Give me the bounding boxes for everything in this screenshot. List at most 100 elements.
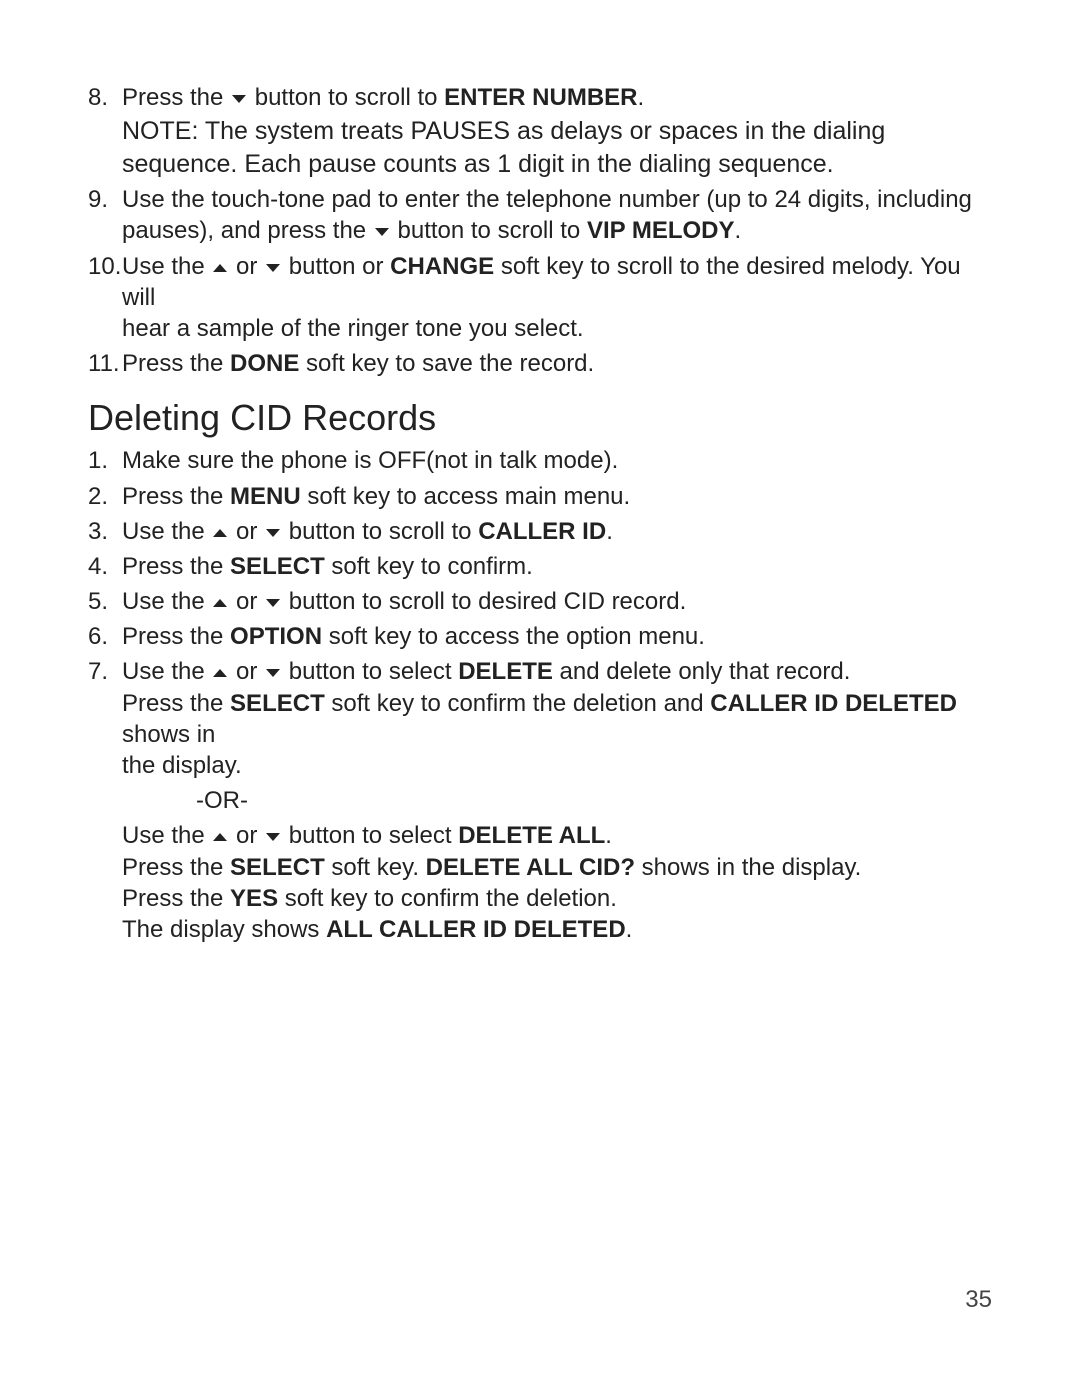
text: Use the <box>122 518 211 545</box>
text: soft key to confirm the deletion. <box>278 885 617 912</box>
bold-text: DONE <box>230 350 299 377</box>
bold-text: CALLER ID <box>478 518 606 545</box>
step-content: Press the SELECT soft key to confirm. <box>122 551 992 582</box>
text: Press the <box>122 553 230 580</box>
text: Press the <box>122 854 230 881</box>
bold-text: CALLER ID DELETED <box>710 690 957 717</box>
note-line: sequence. Each pause counts as 1 digit i… <box>122 148 992 181</box>
text: and delete only that record. <box>553 658 851 685</box>
step-7: 7. Use the or button to select DELETE an… <box>88 656 992 945</box>
text: or <box>229 518 264 545</box>
text: soft key to confirm. <box>325 553 533 580</box>
up-arrow-icon <box>213 599 227 607</box>
step-number: 4. <box>88 551 122 582</box>
text: soft key to save the record. <box>299 350 594 377</box>
text: button to scroll to desired CID record. <box>282 588 686 615</box>
bold-text: SELECT <box>230 690 325 717</box>
down-arrow-icon <box>375 228 389 236</box>
text: soft key to confirm the deletion and <box>325 690 711 717</box>
step-11: 11. Press the DONE soft key to save the … <box>88 348 992 379</box>
down-arrow-icon <box>266 529 280 537</box>
bold-text: ENTER NUMBER <box>444 84 637 111</box>
text: soft key to access main menu. <box>301 483 630 510</box>
down-arrow-icon <box>232 95 246 103</box>
text: or <box>229 588 264 615</box>
text: shows in the display. <box>635 854 861 881</box>
bold-text: DELETE ALL <box>458 822 605 849</box>
text: button to select <box>282 822 458 849</box>
page: 8. Press the button to scroll to ENTER N… <box>0 0 1080 1374</box>
step-content: Use the or button to select DELETE and d… <box>122 656 992 945</box>
bold-text: CHANGE <box>390 253 494 280</box>
bold-text: YES <box>230 885 278 912</box>
step-content: Press the DONE soft key to save the reco… <box>122 348 992 379</box>
step-2: 2. Press the MENU soft key to access mai… <box>88 481 992 512</box>
text: button to select <box>282 658 458 685</box>
step-content: Use the or button to scroll to desired C… <box>122 586 992 617</box>
down-arrow-icon <box>266 833 280 841</box>
text: Press the <box>122 690 230 717</box>
text: Make sure the phone is <box>122 447 378 474</box>
step-10: 10. Use the or button or CHANGE soft key… <box>88 251 992 345</box>
text: button to scroll to <box>248 84 444 111</box>
text: . <box>735 217 742 244</box>
up-arrow-icon <box>213 833 227 841</box>
text: button to scroll to <box>391 217 587 244</box>
note-line: NOTE: The system treats PAUSES as delays… <box>122 115 992 148</box>
bold-text: ALL CALLER ID DELETED <box>326 916 626 943</box>
step-6: 6. Press the OPTION soft key to access t… <box>88 621 992 652</box>
text: or <box>229 822 264 849</box>
step-number: 2. <box>88 481 122 512</box>
up-arrow-icon <box>213 529 227 537</box>
bold-text: DELETE ALL CID? <box>426 854 635 881</box>
step-5: 5. Use the or button to scroll to desire… <box>88 586 992 617</box>
bold-text: SELECT <box>230 854 325 881</box>
text: Use the <box>122 253 211 280</box>
up-arrow-icon <box>213 264 227 272</box>
text: shows in <box>122 721 215 748</box>
text: button to scroll to <box>282 518 478 545</box>
bold-text: OPTION <box>230 623 322 650</box>
text: Press the <box>122 84 230 111</box>
deleting-cid-steps-list: 1. Make sure the phone is OFF(not in tal… <box>88 445 992 945</box>
text: soft key to access the option menu. <box>322 623 705 650</box>
bold-text: DELETE <box>458 658 553 685</box>
step-number: 1. <box>88 445 122 476</box>
step-number: 6. <box>88 621 122 652</box>
text: pauses), and press the <box>122 217 373 244</box>
down-arrow-icon <box>266 669 280 677</box>
text: Press the <box>122 623 230 650</box>
text: the display. <box>122 752 242 779</box>
text: Use the <box>122 588 211 615</box>
text: . <box>606 518 613 545</box>
step-content: Press the OPTION soft key to access the … <box>122 621 992 652</box>
step-3: 3. Use the or button to scroll to CALLER… <box>88 516 992 547</box>
step-number: 10. <box>88 251 122 345</box>
text: Use the <box>122 658 211 685</box>
step-9: 9. Use the touch-tone pad to enter the t… <box>88 184 992 246</box>
note-block: NOTE: The system treats PAUSES as delays… <box>122 115 992 180</box>
text: or <box>229 658 264 685</box>
step-number: 9. <box>88 184 122 246</box>
step-number: 5. <box>88 586 122 617</box>
text: The display shows <box>122 916 326 943</box>
continued-steps-list: 8. Press the button to scroll to ENTER N… <box>88 82 992 379</box>
bold-text: VIP MELODY <box>587 217 735 244</box>
text: or <box>229 253 264 280</box>
step-content: Use the or button or CHANGE soft key to … <box>122 251 992 345</box>
text: OFF <box>378 447 426 474</box>
text: Use the <box>122 822 211 849</box>
text: hear a sample of the ringer tone you sel… <box>122 315 584 342</box>
bold-text: SELECT <box>230 553 325 580</box>
text: . <box>605 822 612 849</box>
step-number: 3. <box>88 516 122 547</box>
bold-text: MENU <box>230 483 301 510</box>
step-content: Make sure the phone is OFF(not in talk m… <box>122 445 992 476</box>
step-1: 1. Make sure the phone is OFF(not in tal… <box>88 445 992 476</box>
text: (not in talk mode). <box>426 447 618 474</box>
text: . <box>626 916 633 943</box>
text: Press the <box>122 350 230 377</box>
text: button or <box>282 253 390 280</box>
text: soft key. <box>325 854 426 881</box>
step-content: Use the touch-tone pad to enter the tele… <box>122 184 992 246</box>
